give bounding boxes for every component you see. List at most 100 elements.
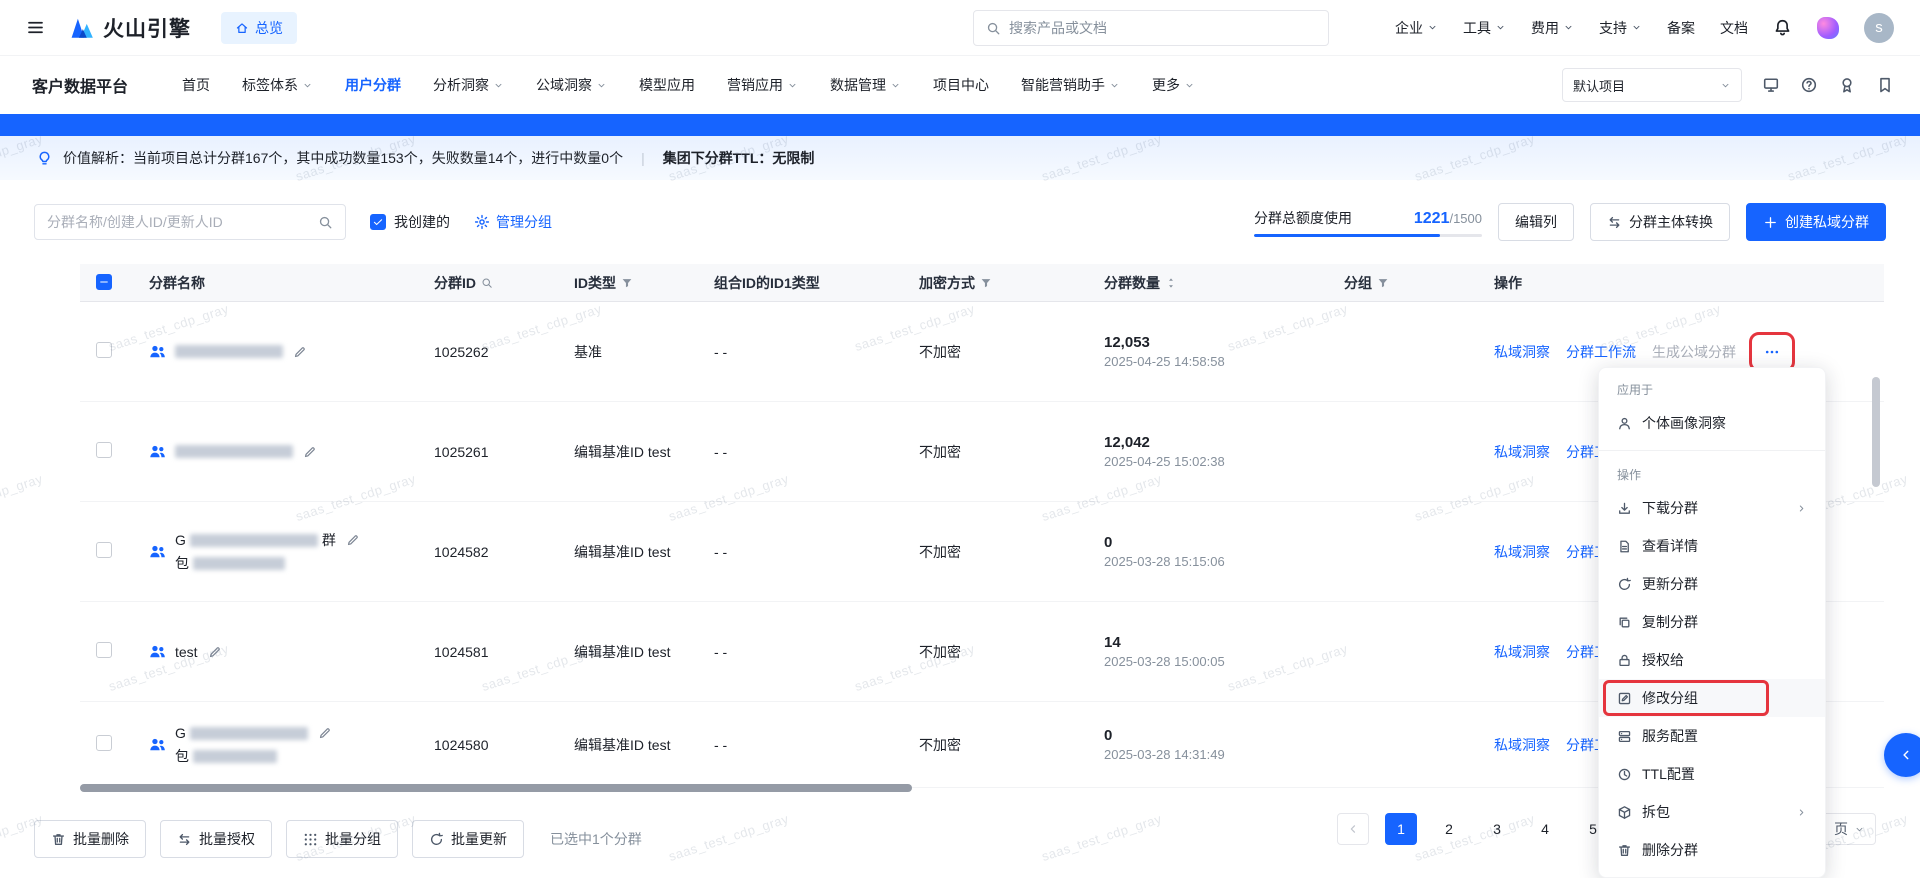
row-action-4-0[interactable]: 私域洞察 xyxy=(1494,735,1550,755)
nav-item-1[interactable]: 标签体系 xyxy=(242,75,313,95)
topbar-menu-3[interactable]: 支持 xyxy=(1599,18,1642,38)
encryption: 不加密 xyxy=(905,342,1090,362)
pencil-icon[interactable] xyxy=(346,533,360,547)
chevdown-icon xyxy=(1109,80,1120,91)
filter-icon[interactable] xyxy=(1377,277,1389,289)
row-action-0-2[interactable]: 生成公域分群 xyxy=(1652,342,1736,362)
pencil-icon[interactable] xyxy=(303,445,317,459)
row-checkbox[interactable] xyxy=(96,642,112,658)
bulk-button-1[interactable]: 批量授权 xyxy=(160,820,272,858)
nav-item-0[interactable]: 首页 xyxy=(182,75,210,95)
trash-icon xyxy=(51,832,66,847)
menu-divider xyxy=(1599,450,1825,451)
bell-icon[interactable] xyxy=(1773,18,1792,37)
refresh-icon xyxy=(1617,577,1632,592)
nav-item-4[interactable]: 公域洞察 xyxy=(536,75,607,95)
my-created-checkbox[interactable] xyxy=(370,214,386,230)
row-checkbox[interactable] xyxy=(96,542,112,558)
nav-item-7[interactable]: 数据管理 xyxy=(830,75,901,95)
monitor-icon[interactable] xyxy=(1762,76,1780,94)
help-icon[interactable] xyxy=(1800,76,1818,94)
project-selector[interactable]: 默认项目 xyxy=(1562,68,1742,102)
filter-icon[interactable] xyxy=(980,277,992,289)
manage-groups-button[interactable]: 管理分组 xyxy=(474,212,552,232)
cert-icon[interactable] xyxy=(1838,76,1856,94)
topbar-menu-4[interactable]: 备案 xyxy=(1667,18,1695,38)
benefits-icon[interactable] xyxy=(1817,17,1839,39)
bookmark-icon[interactable] xyxy=(1876,76,1894,94)
row-action-0-1[interactable]: 分群工作流 xyxy=(1566,342,1636,362)
hamburger-menu-icon[interactable] xyxy=(26,18,45,37)
horizontal-scrollbar[interactable] xyxy=(80,784,912,792)
users-icon xyxy=(149,736,166,753)
row-checkbox[interactable] xyxy=(96,442,112,458)
nav-item-3[interactable]: 分析洞察 xyxy=(433,75,504,95)
row-checkbox[interactable] xyxy=(96,735,112,751)
row-checkbox[interactable] xyxy=(96,342,112,358)
context-menu-item-1-0[interactable]: 下载分群 xyxy=(1599,489,1825,527)
nav-item-5[interactable]: 模型应用 xyxy=(639,75,695,95)
page-2[interactable]: 2 xyxy=(1433,813,1465,845)
bulk-button-0[interactable]: 批量删除 xyxy=(34,820,146,858)
nav-item-6[interactable]: 营销应用 xyxy=(727,75,798,95)
bulk-button-2[interactable]: 批量分组 xyxy=(286,820,398,858)
context-menu-item-1-4[interactable]: 授权给 xyxy=(1599,641,1825,679)
volcengine-logo-icon xyxy=(69,15,95,41)
page-4[interactable]: 4 xyxy=(1529,813,1561,845)
context-menu-item-1-9[interactable]: 删除分群 xyxy=(1599,831,1825,869)
convert-subject-button[interactable]: 分群主体转换 xyxy=(1590,203,1730,241)
combo-id-type: - - xyxy=(700,344,905,360)
segment-count: 12,053 xyxy=(1104,334,1330,351)
overview-button[interactable]: 总览 xyxy=(221,12,297,44)
nav-item-8[interactable]: 项目中心 xyxy=(933,75,989,95)
context-menu-item-1-5[interactable]: 修改分组 xyxy=(1599,679,1825,717)
context-menu-item-0-0[interactable]: 个体画像洞察 xyxy=(1599,404,1825,442)
context-menu-item-1-1[interactable]: 查看详情 xyxy=(1599,527,1825,565)
pencil-icon[interactable] xyxy=(293,345,307,359)
topbar-menu-2[interactable]: 费用 xyxy=(1531,18,1574,38)
global-search-input[interactable] xyxy=(1009,20,1316,36)
sort-icon[interactable] xyxy=(1165,277,1177,289)
edit-columns-button[interactable]: 编辑列 xyxy=(1498,203,1574,241)
nav-item-2[interactable]: 用户分群 xyxy=(345,75,401,95)
page-1[interactable]: 1 xyxy=(1385,813,1417,845)
row-action-3-0[interactable]: 私域洞察 xyxy=(1494,642,1550,662)
select-all-checkbox[interactable] xyxy=(96,274,112,290)
nav-item-10[interactable]: 更多 xyxy=(1152,75,1195,95)
topbar-menu-5[interactable]: 文档 xyxy=(1720,18,1748,38)
collapse-panel-button[interactable] xyxy=(1884,733,1920,777)
row-action-2-0[interactable]: 私域洞察 xyxy=(1494,542,1550,562)
pencil-icon[interactable] xyxy=(208,645,222,659)
page-3[interactable]: 3 xyxy=(1481,813,1513,845)
gear-icon xyxy=(474,214,490,230)
nav-item-9[interactable]: 智能营销助手 xyxy=(1021,75,1120,95)
pencil-icon[interactable] xyxy=(318,726,332,740)
topbar-menu-1[interactable]: 工具 xyxy=(1463,18,1506,38)
context-menu-item-1-2[interactable]: 更新分群 xyxy=(1599,565,1825,603)
updated-time: 2025-04-25 14:58:58 xyxy=(1104,354,1330,369)
column-header-5: 分群数量 xyxy=(1104,273,1160,293)
create-segment-button[interactable]: 创建私域分群 xyxy=(1746,203,1886,241)
prev-page-button[interactable] xyxy=(1337,813,1369,845)
column-header-1: 分群ID xyxy=(434,273,476,293)
context-menu-item-1-8[interactable]: 拆包 xyxy=(1599,793,1825,831)
vertical-scrollbar[interactable] xyxy=(1872,377,1880,487)
row-action-0-0[interactable]: 私域洞察 xyxy=(1494,342,1550,362)
search-icon[interactable] xyxy=(481,277,493,289)
topbar-menu-0[interactable]: 企业 xyxy=(1395,18,1438,38)
banner-ttl-text: 集团下分群TTL：无限制 xyxy=(663,148,815,168)
chevron-left-icon xyxy=(1898,747,1914,763)
row-action-1-0[interactable]: 私域洞察 xyxy=(1494,442,1550,462)
segment-id: 1024582 xyxy=(420,544,560,560)
bulk-button-3[interactable]: 批量更新 xyxy=(412,820,524,858)
my-created-filter[interactable]: 我创建的 xyxy=(370,212,450,232)
context-menu-item-1-7[interactable]: TTL配置 xyxy=(1599,755,1825,793)
filter-icon[interactable] xyxy=(621,277,633,289)
more-actions-button[interactable] xyxy=(1764,344,1780,360)
context-menu-item-1-6[interactable]: 服务配置 xyxy=(1599,717,1825,755)
quota-progress-bar xyxy=(1254,234,1482,237)
avatar[interactable]: s xyxy=(1864,13,1894,43)
segment-search-input[interactable] xyxy=(47,214,310,230)
context-menu-item-1-3[interactable]: 复制分群 xyxy=(1599,603,1825,641)
search-icon[interactable] xyxy=(318,215,333,230)
